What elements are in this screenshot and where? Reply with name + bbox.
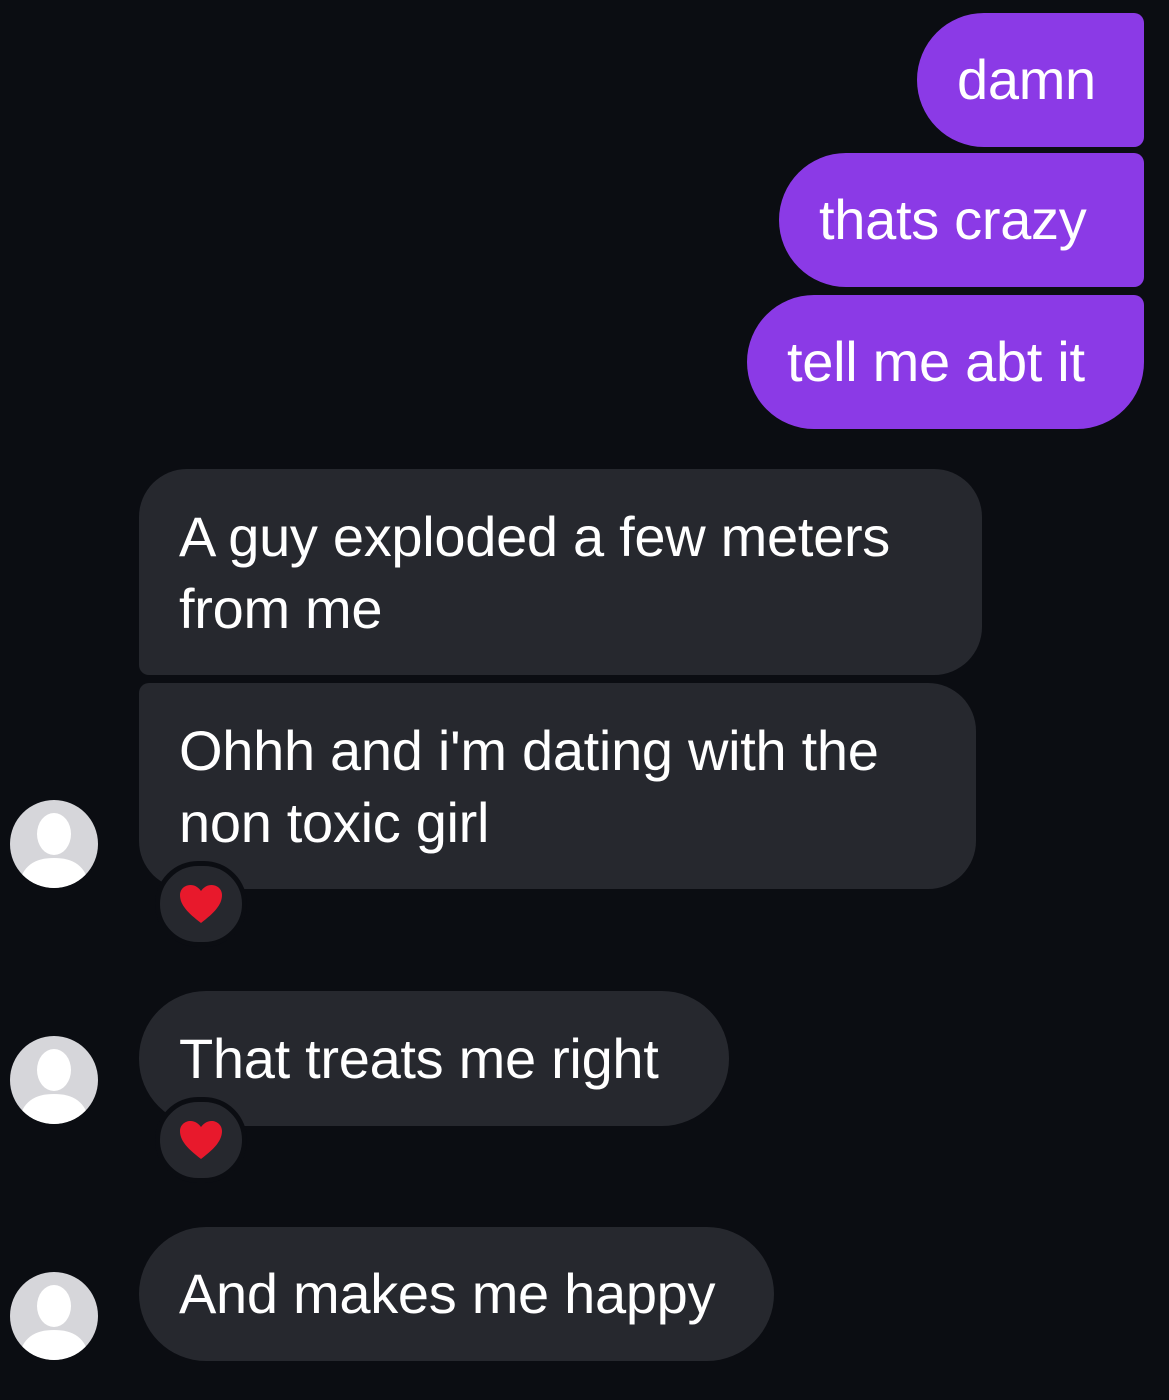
message-text-line: from me	[179, 577, 383, 640]
message-text-line: Ohhh and i'm dating with the	[179, 719, 879, 782]
message-text: tell me abt it	[787, 330, 1085, 393]
person-silhouette-icon	[18, 1285, 90, 1360]
received-message-bubble[interactable]: A guy exploded a few meters from me	[139, 469, 982, 675]
heart-icon	[180, 885, 222, 923]
avatar[interactable]	[10, 1272, 98, 1360]
message-text-line: A guy exploded a few meters	[179, 505, 890, 568]
received-message-bubble[interactable]: And makes me happy	[139, 1227, 774, 1361]
reaction-badge[interactable]	[155, 861, 247, 947]
message-text-line: non toxic girl	[179, 791, 490, 854]
reaction-badge[interactable]	[155, 1097, 247, 1183]
person-silhouette-icon	[18, 1049, 90, 1124]
message-text: damn	[957, 48, 1096, 111]
sent-message-bubble[interactable]: tell me abt it	[747, 295, 1144, 429]
heart-icon	[180, 1121, 222, 1159]
avatar[interactable]	[10, 800, 98, 888]
sent-message-bubble[interactable]: damn	[917, 13, 1144, 147]
message-text: That treats me right	[179, 1027, 659, 1090]
sent-message-bubble[interactable]: thats crazy	[779, 153, 1144, 287]
received-message-bubble[interactable]: Ohhh and i'm dating with the non toxic g…	[139, 683, 976, 889]
avatar[interactable]	[10, 1036, 98, 1124]
person-silhouette-icon	[18, 813, 90, 888]
message-text: thats crazy	[819, 188, 1087, 251]
message-text: And makes me happy	[179, 1262, 716, 1325]
